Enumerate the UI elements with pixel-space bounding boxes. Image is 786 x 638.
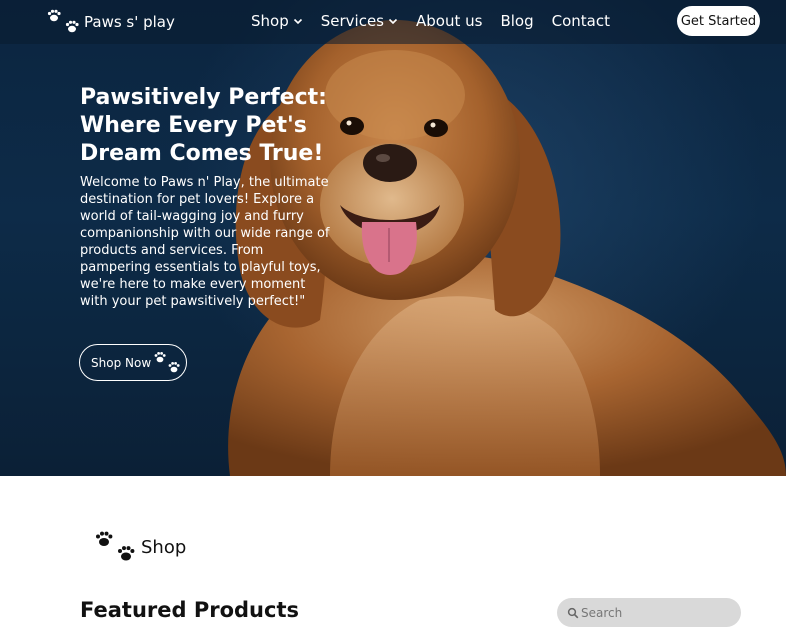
search-icon xyxy=(567,607,579,618)
nav-item-label: Contact xyxy=(551,12,610,30)
shop-now-button[interactable]: Shop Now xyxy=(79,344,187,381)
brand-logo[interactable]: Paws s' play xyxy=(46,9,175,35)
main-menu: Shop Services About us Blog Contact xyxy=(251,11,628,31)
shop-section-label: Shop xyxy=(94,531,186,563)
hero-description: Welcome to Paws n' Play, the ultimate de… xyxy=(80,175,330,309)
shop-section-title: Shop xyxy=(141,536,187,558)
hero-section: Paws s' play Shop Services About us Blog… xyxy=(0,0,786,476)
nav-item-services[interactable]: Services xyxy=(321,11,398,31)
nav-item-contact[interactable]: Contact xyxy=(552,11,610,31)
nav-item-blog[interactable]: Blog xyxy=(500,11,533,31)
chevron-down-icon xyxy=(388,18,398,25)
top-navbar: Paws s' play Shop Services About us Blog… xyxy=(0,0,786,44)
search-input[interactable] xyxy=(581,605,731,620)
nav-item-label: Services xyxy=(320,12,384,30)
paw-prints-icon xyxy=(46,9,80,35)
nav-item-shop[interactable]: Shop xyxy=(251,11,303,31)
featured-products-heading: Featured Products xyxy=(80,598,299,622)
nav-item-label: Shop xyxy=(251,12,289,30)
get-started-button[interactable]: Get Started xyxy=(677,6,760,36)
chevron-down-icon xyxy=(293,18,302,25)
nav-item-label: About us xyxy=(416,12,483,30)
paw-prints-icon xyxy=(94,531,138,563)
nav-item-label: Blog xyxy=(500,12,534,30)
shop-now-label: Shop Now xyxy=(91,355,152,370)
product-search[interactable] xyxy=(557,598,741,627)
hero-title: Pawsitively Perfect: Where Every Pet's D… xyxy=(80,85,327,166)
brand-name: Paws s' play xyxy=(84,13,175,31)
paw-prints-icon xyxy=(153,351,181,375)
nav-item-about[interactable]: About us xyxy=(416,11,482,31)
